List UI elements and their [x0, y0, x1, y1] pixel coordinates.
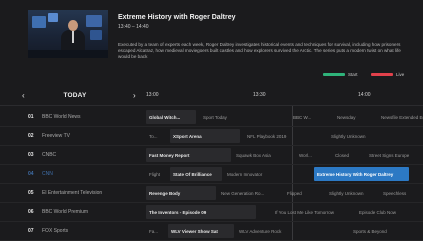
program-cell[interactable]: Sports & Beyond [350, 224, 423, 238]
channel-name: FOX Sports [42, 228, 69, 234]
channel-number: 04 [28, 171, 34, 177]
channel-row[interactable]: 04 CNN [0, 165, 136, 183]
channel-row[interactable]: 03 CNBC [0, 146, 136, 164]
program-cell[interactable]: Global Witch... [146, 110, 196, 124]
program-cell[interactable]: To... [146, 129, 168, 143]
program-cell[interactable]: WLV Viewer Show Sat [168, 224, 234, 238]
program-cell[interactable]: Speechless [380, 186, 423, 200]
program-cell[interactable]: XSport Arena [170, 129, 240, 143]
program-time: 13:40 – 14:40 [118, 24, 149, 30]
program-cell[interactable]: Modern Innovator [224, 167, 312, 181]
program-cell[interactable]: If You Lost Me Like Tomorrow [272, 205, 352, 219]
channel-name: BBC World Premium [42, 209, 89, 215]
legend-start: Start [323, 71, 358, 77]
channel-name: El Entertainment Television [42, 190, 103, 196]
program-cell[interactable]: Episode Club Now [356, 205, 423, 219]
channel-number: 06 [28, 209, 34, 215]
program-cell[interactable]: Flipped [284, 186, 324, 200]
tv-guide-screen: Extreme History with Roger Daltrey 13:40… [0, 0, 423, 241]
program-cell[interactable]: Sport Today [200, 110, 290, 124]
channel-row[interactable]: 01 BBC World News [0, 108, 136, 126]
program-cell[interactable]: The Inventors - Episode 09 [146, 205, 256, 219]
program-title: Extreme History with Roger Daltrey [118, 14, 236, 21]
channel-number: 03 [28, 152, 34, 158]
live-color-bar [371, 72, 393, 76]
channel-number: 07 [28, 228, 34, 234]
channel-number: 01 [28, 114, 34, 120]
channel-name: Freeview TV [42, 133, 70, 139]
channel-row[interactable]: 06 BBC World Premium [0, 203, 136, 221]
start-color-bar [323, 72, 345, 76]
day-label: TODAY [63, 92, 87, 99]
program-cell-focused[interactable]: Extreme History With Roger Daltrey [314, 167, 409, 181]
channel-row[interactable]: 02 Freeview TV [0, 127, 136, 145]
time-slot-label: 13:00 [146, 92, 159, 98]
program-cell[interactable]: Newsfile Extended Ed. [378, 110, 423, 124]
program-cell[interactable]: Fast Money Report [146, 148, 231, 162]
program-cell[interactable]: Fa... [146, 224, 166, 238]
channel-row[interactable]: 05 El Entertainment Television [0, 184, 136, 202]
header-divider [0, 105, 423, 106]
program-cell[interactable]: Worl... [296, 148, 330, 162]
program-cell[interactable]: Closed [332, 148, 362, 162]
legend-live-label: Live [396, 71, 405, 77]
program-cell[interactable]: Revenge Body [146, 186, 216, 200]
program-cell[interactable]: NFL Playbook 2019 [244, 129, 324, 143]
program-cell[interactable]: Newsday [334, 110, 374, 124]
program-cell[interactable]: Squawk Box Asia [233, 148, 293, 162]
legend-live: Live [371, 71, 404, 77]
program-cell[interactable]: Slightly Unknown [328, 129, 423, 143]
program-cell[interactable]: BBC W... [290, 110, 330, 124]
channel-name: BBC World News [42, 114, 81, 120]
program-thumbnail [28, 10, 108, 58]
program-description: Executed by a team of experts each week,… [118, 42, 401, 59]
time-slot-label: 13:30 [253, 92, 266, 98]
program-cell[interactable]: State Of Brilliance [170, 167, 222, 181]
program-cell[interactable]: New Generation Ro... [218, 186, 280, 200]
channel-name: CNBC [42, 152, 57, 158]
channel-number: 02 [28, 133, 34, 139]
program-cell[interactable]: WLV Adventure Rock [236, 224, 346, 238]
day-navigation: ‹ TODAY › [0, 88, 136, 105]
channel-row[interactable]: 07 FOX Sports [0, 222, 136, 240]
program-cell[interactable] [258, 205, 268, 219]
legend-start-label: Start [348, 71, 358, 77]
channel-number: 05 [28, 190, 34, 196]
chevron-right-icon[interactable]: › [133, 91, 136, 100]
channel-name: CNN [42, 171, 53, 177]
time-slot-label: 14:00 [358, 92, 371, 98]
program-cell[interactable]: Flight [146, 167, 168, 181]
program-cell[interactable]: Street Signs Europe [366, 148, 423, 162]
program-cell[interactable]: Slightly Unknown [326, 186, 378, 200]
